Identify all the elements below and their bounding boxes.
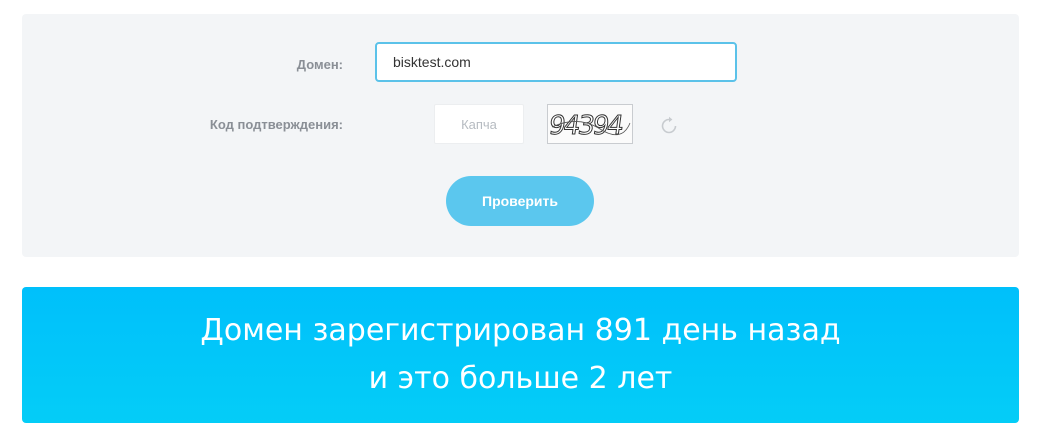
captcha-code: 94394	[548, 111, 625, 141]
domain-label: Домен:	[296, 57, 343, 72]
captcha-input[interactable]	[434, 104, 524, 144]
result-line-2: и это больше 2 лет	[368, 361, 673, 396]
captcha-image: 94394	[547, 104, 633, 144]
check-button[interactable]: Проверить	[446, 176, 594, 226]
refresh-icon[interactable]	[658, 115, 680, 137]
result-line-1: Домен зарегистрирован 891 день назад	[200, 313, 841, 348]
result-banner: Домен зарегистрирован 891 день назад и э…	[22, 287, 1019, 423]
domain-input[interactable]	[375, 42, 737, 82]
domain-check-form: Домен: Код подтверждения: 94394 Проверит…	[22, 14, 1019, 257]
confirmation-code-label: Код подтверждения:	[209, 117, 343, 132]
